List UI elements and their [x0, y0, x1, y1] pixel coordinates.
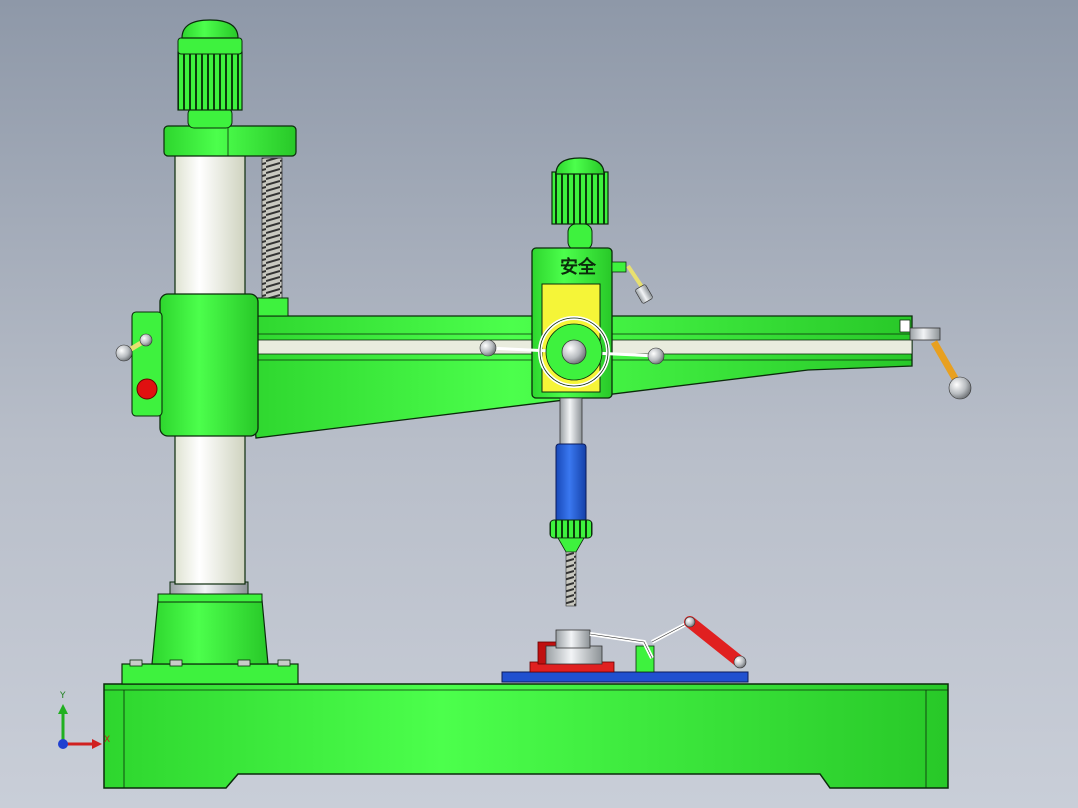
axis-triad: Y X: [58, 691, 110, 749]
axis-y-label: Y: [59, 691, 66, 701]
axis-x-label: X: [104, 735, 110, 745]
main-motor[interactable]: [177, 19, 243, 111]
elevating-screw: [261, 157, 283, 301]
drill-bit: [565, 551, 577, 607]
arm-end-handle[interactable]: [909, 327, 972, 400]
spindle[interactable]: [549, 397, 593, 553]
cad-viewport[interactable]: 安全 Y X: [0, 0, 1078, 808]
workpiece: [555, 629, 591, 649]
toggle-clamp-handle[interactable]: [684, 616, 747, 669]
column-foot[interactable]: [121, 581, 299, 685]
machine-base[interactable]: [103, 683, 949, 789]
fixture-plate: [501, 671, 749, 683]
headstock-lever[interactable]: [611, 261, 653, 304]
arm-sleeve[interactable]: [131, 293, 259, 437]
spindle-quill: [555, 443, 587, 523]
drill-chuck: [549, 519, 593, 539]
work-fixture[interactable]: [501, 620, 749, 683]
stop-button[interactable]: [136, 378, 158, 400]
spindle-motor[interactable]: [551, 157, 609, 251]
headstock-label: 安全: [560, 256, 597, 278]
column-cap[interactable]: [163, 107, 297, 157]
